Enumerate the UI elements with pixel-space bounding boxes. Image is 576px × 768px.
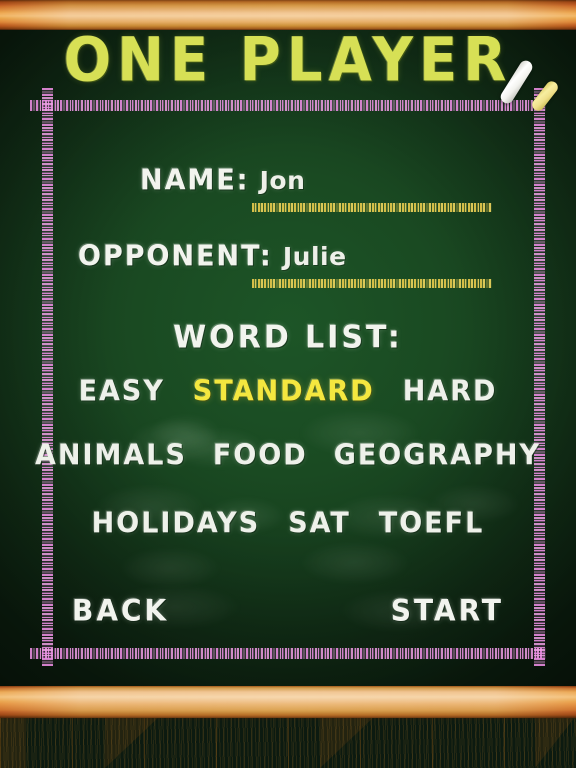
- wooden-floor: [0, 716, 576, 768]
- name-input[interactable]: Jon: [260, 166, 306, 195]
- name-label: NAME:: [140, 164, 250, 197]
- start-button[interactable]: START: [391, 593, 504, 628]
- field-row-name: NAME: Jon: [0, 164, 576, 197]
- back-button[interactable]: BACK: [72, 593, 169, 628]
- word-list-option-geography[interactable]: GEOGRAPHY: [334, 439, 541, 472]
- page-title: ONE PLAYER: [63, 25, 513, 96]
- board-vignette: [0, 30, 576, 686]
- word-list-heading: WORD LIST:: [173, 319, 403, 356]
- opponent-input-underline[interactable]: [252, 279, 492, 288]
- field-row-opponent: OPPONENT: Julie: [0, 240, 576, 273]
- word-list-option-hard[interactable]: HARD: [403, 375, 498, 408]
- wooden-frame-top: [0, 0, 576, 30]
- chalkboard: [0, 30, 576, 686]
- chalk-smudge: [120, 548, 220, 588]
- word-list-row-categories-1: ANIMALS FOOD GEOGRAPHY: [0, 439, 576, 472]
- word-list-option-holidays[interactable]: HOLIDAYS: [92, 507, 261, 540]
- game-screen: ONE PLAYER NAME: Jon OPPONENT: Julie WOR…: [0, 0, 576, 768]
- word-list-option-toefl[interactable]: TOEFL: [379, 507, 484, 540]
- word-list-option-food[interactable]: FOOD: [213, 439, 308, 472]
- opponent-input[interactable]: Julie: [283, 242, 347, 271]
- word-list-option-sat[interactable]: SAT: [288, 507, 351, 540]
- chalk-smudge: [300, 542, 410, 584]
- word-list-option-easy[interactable]: EASY: [79, 375, 165, 408]
- word-list-row-difficulty: EASY STANDARD HARD: [0, 375, 576, 408]
- word-list-option-standard[interactable]: STANDARD: [193, 375, 375, 408]
- chalk-ledge: [0, 686, 576, 718]
- opponent-label: OPPONENT:: [78, 240, 273, 273]
- word-list-row-categories-2: HOLIDAYS SAT TOEFL: [0, 507, 576, 540]
- word-list-option-animals[interactable]: ANIMALS: [35, 439, 187, 472]
- name-input-underline[interactable]: [252, 203, 492, 212]
